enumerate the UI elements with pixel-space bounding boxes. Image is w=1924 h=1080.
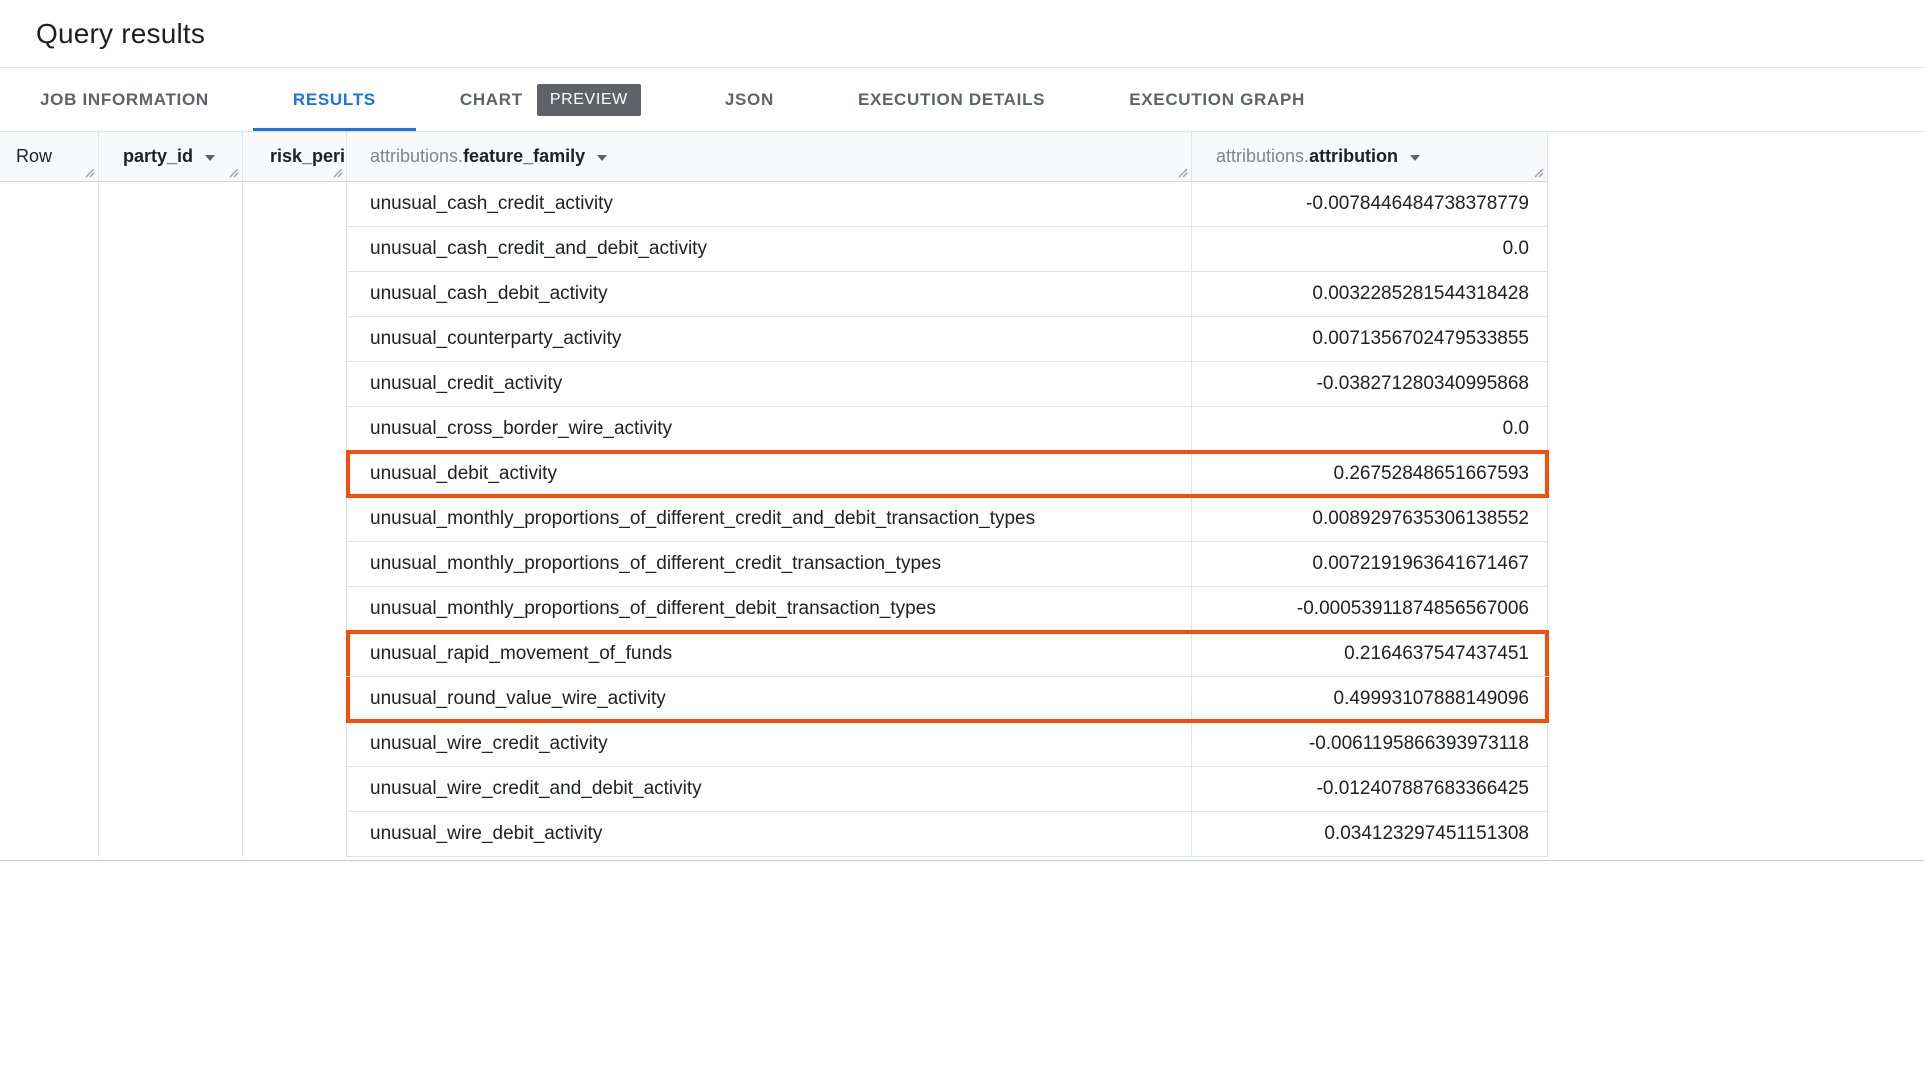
attribution-cell: 0.49993107888149096 (1192, 677, 1548, 721)
table-row: unusual_monthly_proportions_of_different… (347, 542, 1548, 587)
feature-family-cell: unusual_cross_border_wire_activity (347, 407, 1192, 451)
feature-family-cell: unusual_rapid_movement_of_funds (347, 632, 1192, 676)
attribution-cell: 0.2164637547437451 (1192, 632, 1548, 676)
tab-label: EXECUTION GRAPH (1129, 89, 1305, 109)
feature-family-cell: unusual_credit_activity (347, 362, 1192, 406)
tab-chart[interactable]: CHART PREVIEW (420, 68, 681, 131)
tab-bar: JOB INFORMATION RESULTS CHART PREVIEW JS… (0, 68, 1924, 132)
attribution-cell: 0.0089297635306138552 (1192, 497, 1548, 541)
column-header-risk-period[interactable]: risk_peri (243, 132, 347, 181)
table-header-row: Row party_id risk_peri attributions. feat… (0, 132, 1548, 182)
attribution-cell: 0.0 (1192, 407, 1548, 451)
table-row: unusual_monthly_proportions_of_different… (347, 587, 1548, 632)
page-title: Query results (36, 17, 206, 49)
tab-json[interactable]: JSON (685, 68, 814, 131)
column-resize-handle-icon[interactable] (1533, 167, 1544, 178)
column-header-party-id[interactable]: party_id (99, 132, 243, 181)
table-body: unusual_cash_credit_activity -0.00784464… (0, 182, 1549, 857)
feature-family-cell: unusual_cash_debit_activity (347, 272, 1192, 316)
attribution-cell: 0.0 (1192, 227, 1548, 271)
panel-bottom-divider (0, 857, 1924, 861)
table-row-highlighted: unusual_round_value_wire_activity 0.4999… (346, 677, 1549, 723)
risk-period-column-cell (243, 182, 347, 857)
tab-label: JOB INFORMATION (40, 89, 209, 109)
title-bar: Query results (0, 0, 1924, 68)
attribution-cell: 0.0032285281544318428 (1192, 272, 1548, 316)
attribution-cell: -0.038271280340995868 (1192, 362, 1548, 406)
feature-family-cell: unusual_wire_credit_and_debit_activity (347, 767, 1192, 811)
column-prefix: attributions. (370, 146, 464, 166)
attribution-cell: -0.0061195866393973118 (1192, 722, 1548, 766)
feature-family-cell: unusual_debit_activity (347, 452, 1192, 496)
feature-family-cell: unusual_wire_debit_activity (347, 812, 1192, 856)
column-resize-handle-icon[interactable] (332, 167, 343, 178)
attribution-cell: -0.012407887683366425 (1192, 767, 1548, 811)
table-row-highlighted: unusual_rapid_movement_of_funds 0.216463… (346, 630, 1549, 677)
tab-execution-graph[interactable]: EXECUTION GRAPH (1089, 68, 1345, 131)
sort-dropdown-icon[interactable] (597, 154, 608, 161)
tab-label: CHART (459, 89, 523, 109)
table-row-highlighted: unusual_debit_activity 0.267528486516675… (346, 450, 1549, 498)
tab-job-information[interactable]: JOB INFORMATION (0, 68, 249, 131)
table-row: unusual_wire_credit_activity -0.00611958… (347, 722, 1548, 767)
tab-results[interactable]: RESULTS (252, 68, 416, 131)
query-results-panel: Query results JOB INFORMATION RESULTS CH… (0, 0, 1924, 1080)
nested-rows-area: unusual_cash_credit_activity -0.00784464… (346, 182, 1549, 857)
attribution-cell: -0.00053911874856567006 (1192, 587, 1548, 631)
feature-family-cell: unusual_monthly_proportions_of_different… (347, 587, 1192, 631)
column-header-attribution[interactable]: attributions. attribution (1192, 132, 1548, 181)
table-row: unusual_wire_debit_activity 0.0341232974… (347, 812, 1548, 857)
column-label: attribution (1309, 146, 1399, 166)
feature-family-cell: unusual_counterparty_activity (347, 317, 1192, 361)
table-row: unusual_cross_border_wire_activity 0.0 (347, 407, 1548, 452)
attribution-cell: 0.0071356702479533855 (1192, 317, 1548, 361)
tab-label: RESULTS (292, 89, 376, 109)
feature-family-cell: unusual_wire_credit_activity (347, 722, 1192, 766)
column-label: feature_family (463, 146, 586, 166)
column-resize-handle-icon[interactable] (228, 167, 239, 178)
table-row: unusual_monthly_proportions_of_different… (347, 497, 1548, 542)
attribution-cell: -0.0078446484738378779 (1192, 182, 1548, 226)
feature-family-cell: unusual_monthly_proportions_of_different… (347, 497, 1192, 541)
column-resize-handle-icon[interactable] (84, 167, 95, 178)
preview-badge: PREVIEW (536, 83, 641, 116)
tab-label: JSON (724, 89, 774, 109)
sort-dropdown-icon[interactable] (1410, 154, 1421, 161)
party-id-column-cell (99, 182, 243, 857)
feature-family-cell: unusual_round_value_wire_activity (347, 677, 1192, 721)
sort-dropdown-icon[interactable] (205, 154, 216, 161)
column-label: party_id (123, 146, 194, 166)
table-row: unusual_cash_debit_activity 0.0032285281… (347, 272, 1548, 317)
table-row: unusual_credit_activity -0.0382712803409… (347, 362, 1548, 407)
attribution-cell: 0.26752848651667593 (1192, 452, 1548, 496)
column-header-row[interactable]: Row (0, 132, 99, 181)
column-resize-handle-icon[interactable] (1177, 167, 1188, 178)
column-label: risk_peri (270, 146, 346, 166)
feature-family-cell: unusual_cash_credit_and_debit_activity (347, 227, 1192, 271)
feature-family-cell: unusual_monthly_proportions_of_different… (347, 542, 1192, 586)
results-table: Row party_id risk_peri attributions. feat… (0, 132, 1549, 857)
column-label: Row (16, 146, 53, 166)
table-row: unusual_wire_credit_and_debit_activity -… (347, 767, 1548, 812)
attribution-cell: 0.034123297451151308 (1192, 812, 1548, 856)
table-row: unusual_cash_credit_and_debit_activity 0… (347, 227, 1548, 272)
feature-family-cell: unusual_cash_credit_activity (347, 182, 1192, 226)
table-row: unusual_counterparty_activity 0.00713567… (347, 317, 1548, 362)
column-prefix: attributions. (1216, 146, 1310, 166)
column-header-feature-family[interactable]: attributions. feature_family (347, 132, 1192, 181)
table-row: unusual_cash_credit_activity -0.00784464… (347, 182, 1548, 227)
attribution-cell: 0.0072191963641671467 (1192, 542, 1548, 586)
tab-label: EXECUTION DETAILS (857, 89, 1046, 109)
tab-execution-details[interactable]: EXECUTION DETAILS (818, 68, 1085, 131)
row-number-column-cell (0, 182, 99, 857)
